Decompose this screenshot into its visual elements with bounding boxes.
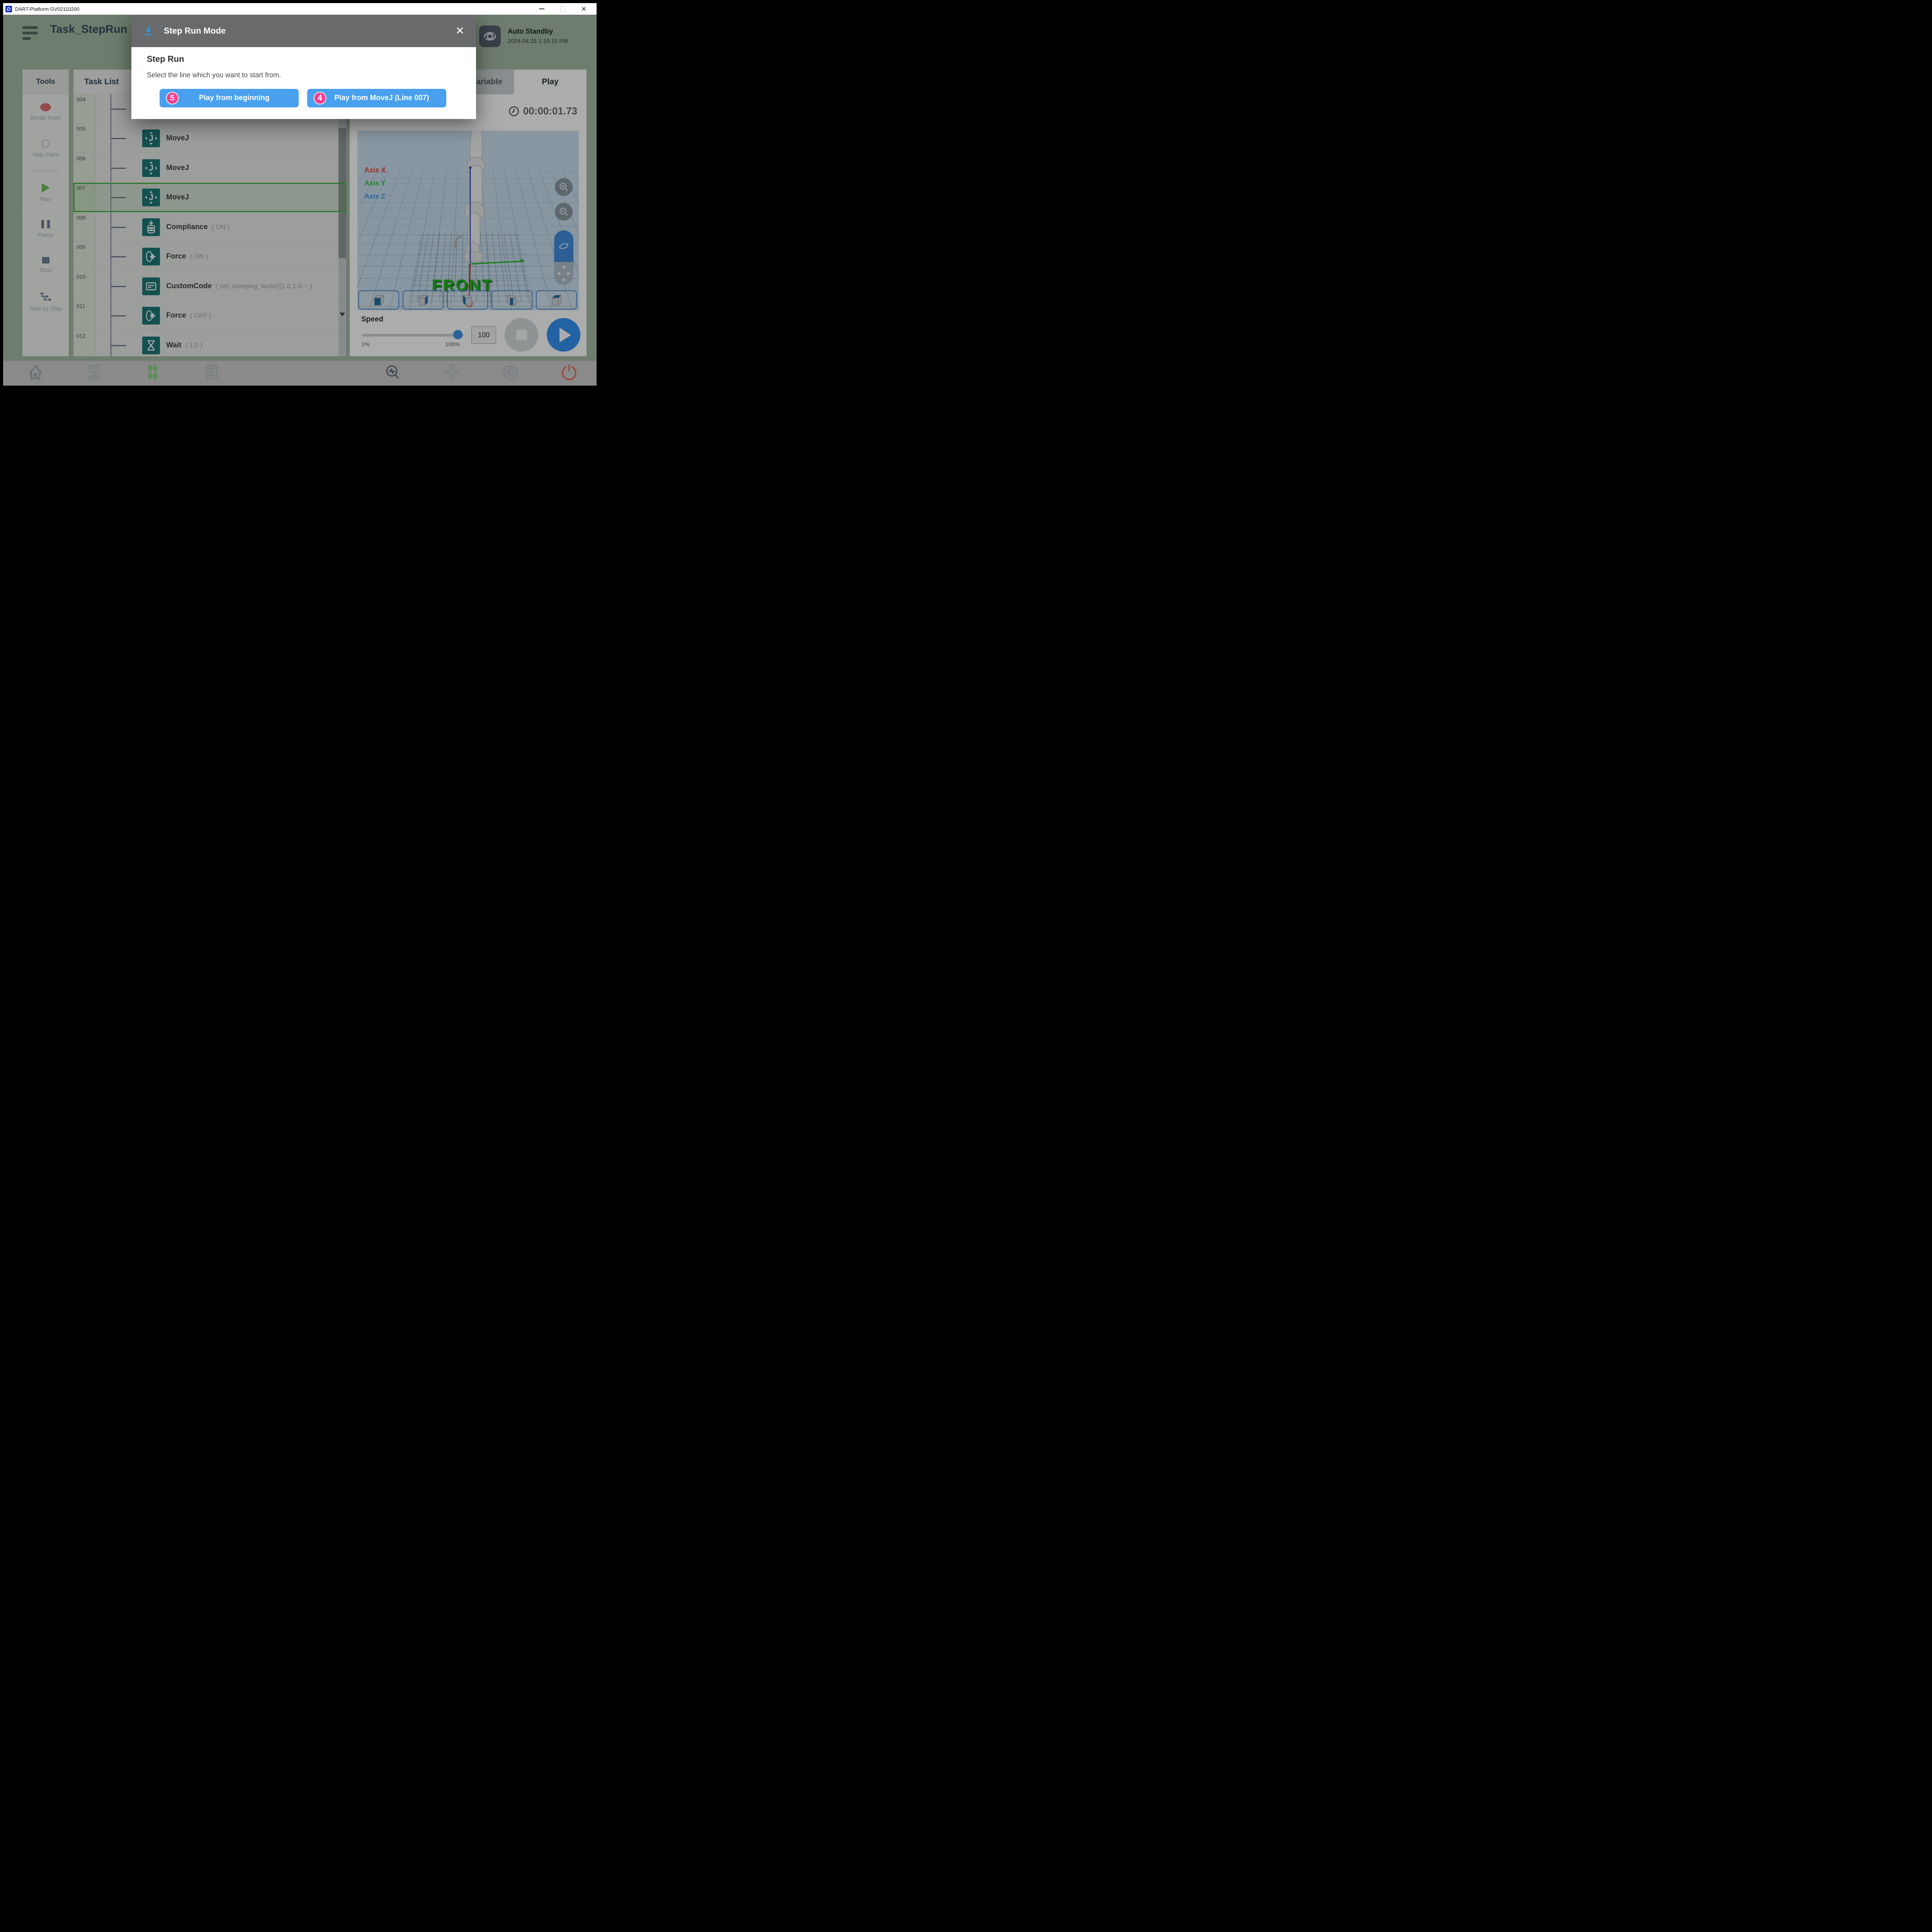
badge-4: 4 (313, 92, 327, 105)
badge-5: 5 (166, 92, 179, 105)
window-title: DART-Platform GV02110200 (15, 6, 79, 12)
play-from-movej-line007-button[interactable]: 4 Play from MoveJ (Line 007) (307, 89, 446, 107)
step-run-icon (143, 26, 154, 36)
app-body: Task_StepRun Auto Standby 2024.04.25 1:1… (3, 15, 597, 386)
dialog-subtitle: Select the line which you want to start … (147, 71, 281, 79)
maximize-button[interactable] (561, 6, 565, 12)
play-from-beginning-button[interactable]: 5 Play from beginning (160, 89, 299, 107)
step-run-mode-dialog: Step Run Mode ✕ Step Run Select the line… (131, 15, 476, 119)
app-window: D DART-Platform GV02110200 ✕ Task_StepRu… (0, 0, 600, 389)
close-window-button[interactable]: ✕ (581, 6, 587, 12)
app-logo-icon: D (5, 6, 12, 12)
dialog-body: Step Run Select the line which you want … (131, 47, 476, 119)
close-icon[interactable]: ✕ (456, 26, 464, 36)
dialog-header: Step Run Mode ✕ (131, 15, 476, 47)
title-bar: D DART-Platform GV02110200 ✕ (3, 3, 597, 15)
dialog-heading: Step Run (147, 54, 184, 64)
dialog-title: Step Run Mode (164, 26, 226, 36)
